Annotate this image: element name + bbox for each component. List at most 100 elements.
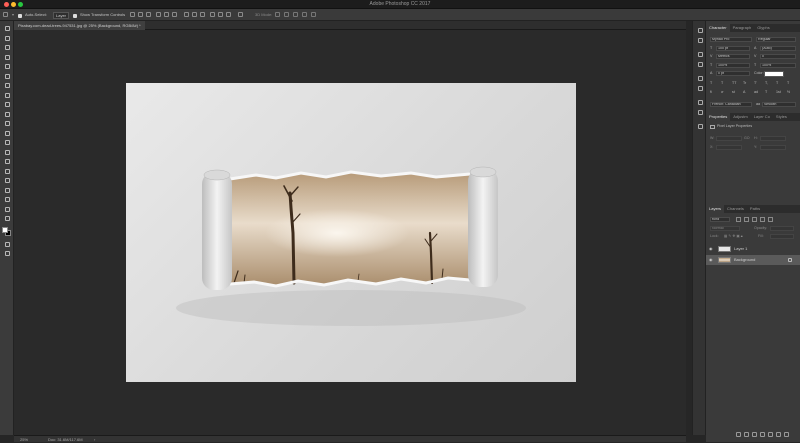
brush-tool-icon[interactable] (3, 92, 11, 99)
3d-pan-icon[interactable] (293, 12, 298, 17)
filter-pixel-icon[interactable] (736, 217, 741, 222)
align-left-icon[interactable] (156, 12, 161, 17)
filter-type-icon[interactable] (752, 217, 757, 222)
vertical-scale-field[interactable]: 100% (716, 63, 750, 68)
tab-glyphs[interactable]: Glyphs (754, 24, 772, 32)
mask-icon[interactable] (752, 432, 757, 437)
adjustment-icon[interactable] (760, 432, 765, 437)
actions-panel-icon[interactable] (696, 37, 704, 44)
paragraph-panel-icon[interactable] (696, 109, 704, 116)
style-button-2[interactable]: TT (732, 81, 736, 85)
tab-character[interactable]: Character (706, 24, 730, 32)
group-icon[interactable] (768, 432, 773, 437)
x-field[interactable] (716, 145, 742, 150)
hand-tool-icon[interactable] (3, 196, 11, 203)
opentype-button-1[interactable]: ơ (721, 90, 723, 94)
layer-thumbnail[interactable] (718, 257, 731, 263)
tracking-field[interactable]: 0 (760, 54, 796, 59)
swatches-panel-icon[interactable] (696, 61, 704, 68)
tool-preset-icon[interactable]: ▾ (12, 12, 17, 17)
filter-smart-icon[interactable] (768, 217, 773, 222)
visibility-eye-icon[interactable]: ◉ (709, 244, 713, 254)
layer-thumbnail[interactable] (718, 246, 731, 252)
path-select-tool-icon[interactable] (3, 177, 11, 184)
history-panel-icon[interactable] (696, 27, 704, 34)
horizontal-scale-field[interactable]: 100% (760, 63, 796, 68)
kerning-field[interactable]: Metrics (716, 54, 750, 59)
crop-tool-icon[interactable] (3, 63, 11, 70)
pen-tool-icon[interactable] (3, 158, 11, 165)
style-button-3[interactable]: Tr (743, 81, 746, 85)
style-button-5[interactable]: T, (765, 81, 768, 85)
font-size-field[interactable]: 100 pt (716, 46, 750, 51)
3d-slide-icon[interactable] (302, 12, 307, 17)
move-tool-icon[interactable] (3, 25, 11, 32)
align-bottom-icon[interactable] (146, 12, 151, 17)
auto-align-icon[interactable] (238, 12, 243, 17)
text-color-swatch[interactable] (764, 71, 784, 77)
language-select[interactable]: French: Canadian (710, 102, 752, 107)
move-tool-icon[interactable] (3, 12, 8, 17)
y-field[interactable] (760, 145, 786, 150)
tab-styles[interactable]: Styles (773, 113, 790, 121)
align-vcenter-icon[interactable] (138, 12, 143, 17)
lock-icons[interactable]: ▦ ✎ ✥ ▣ 🔒︎ (724, 234, 743, 238)
layer-kind-filter[interactable]: Kind (710, 217, 730, 222)
auto-select-checkbox[interactable] (18, 14, 22, 18)
style-button-0[interactable]: T (710, 81, 712, 85)
blend-mode-select[interactable]: Normal (710, 226, 740, 231)
baseline-shift-field[interactable]: 0 pt (716, 71, 750, 76)
style-button-4[interactable]: T' (754, 81, 757, 85)
layer-name[interactable]: Layer 1 (734, 244, 747, 254)
blur-tool-icon[interactable] (3, 139, 11, 146)
fill-field[interactable] (770, 234, 794, 239)
distribute-left-icon[interactable] (210, 12, 215, 17)
type-tool-icon[interactable] (3, 168, 11, 175)
visibility-eye-icon[interactable]: ◉ (709, 255, 713, 265)
rectangle-tool-icon[interactable] (3, 187, 11, 194)
trash-icon[interactable] (784, 432, 789, 437)
clone-source-icon[interactable] (696, 85, 704, 92)
3d-roll-icon[interactable] (284, 12, 289, 17)
clone-stamp-tool-icon[interactable] (3, 101, 11, 108)
link-icon[interactable] (736, 432, 741, 437)
distribute-bottom-icon[interactable] (200, 12, 205, 17)
opentype-button-5[interactable]: T (765, 90, 767, 94)
dodge-tool-icon[interactable] (3, 149, 11, 156)
eraser-tool-icon[interactable] (3, 120, 11, 127)
quick-select-tool-icon[interactable] (3, 54, 11, 61)
tab-layer-comps[interactable]: Layer Co (751, 113, 773, 121)
align-top-icon[interactable] (130, 12, 135, 17)
fx-icon[interactable] (744, 432, 749, 437)
eyedropper-tool-icon[interactable] (3, 73, 11, 80)
opentype-button-0[interactable]: fi (710, 90, 712, 94)
zoom-tool-icon[interactable] (3, 206, 11, 213)
tab-channels[interactable]: Channels (724, 205, 747, 213)
healing-brush-tool-icon[interactable] (3, 82, 11, 89)
align-right-icon[interactable] (172, 12, 177, 17)
tab-properties[interactable]: Properties (706, 113, 731, 121)
foreground-color-swatch[interactable] (2, 227, 8, 233)
leading-field[interactable]: (Auto) (760, 46, 796, 51)
opentype-button-6[interactable]: 1st (776, 90, 781, 94)
font-style-select[interactable]: Regular (756, 37, 796, 42)
tab-paragraph[interactable]: Paragraph (730, 24, 755, 32)
style-button-6[interactable]: T (776, 81, 778, 85)
filter-adjust-icon[interactable] (744, 217, 749, 222)
tab-paths[interactable]: Paths (747, 205, 763, 213)
info-panel-icon[interactable] (696, 123, 704, 130)
font-family-select[interactable]: Myriad Pro (710, 37, 752, 42)
filter-shape-icon[interactable] (760, 217, 765, 222)
3d-orbit-icon[interactable] (275, 12, 280, 17)
tab-layers[interactable]: Layers (706, 205, 725, 213)
new-layer-icon[interactable] (776, 432, 781, 437)
tab-adjustments[interactable]: Adjustm (730, 113, 750, 121)
width-field[interactable] (716, 136, 742, 141)
style-button-7[interactable]: T (787, 81, 789, 85)
opentype-button-7[interactable]: ½ (787, 90, 790, 94)
distribute-right-icon[interactable] (226, 12, 231, 17)
character-panel-icon[interactable] (696, 99, 704, 106)
opacity-field[interactable] (770, 226, 794, 231)
lasso-tool-icon[interactable] (3, 44, 11, 51)
antialias-select[interactable]: Smooth (762, 102, 796, 107)
